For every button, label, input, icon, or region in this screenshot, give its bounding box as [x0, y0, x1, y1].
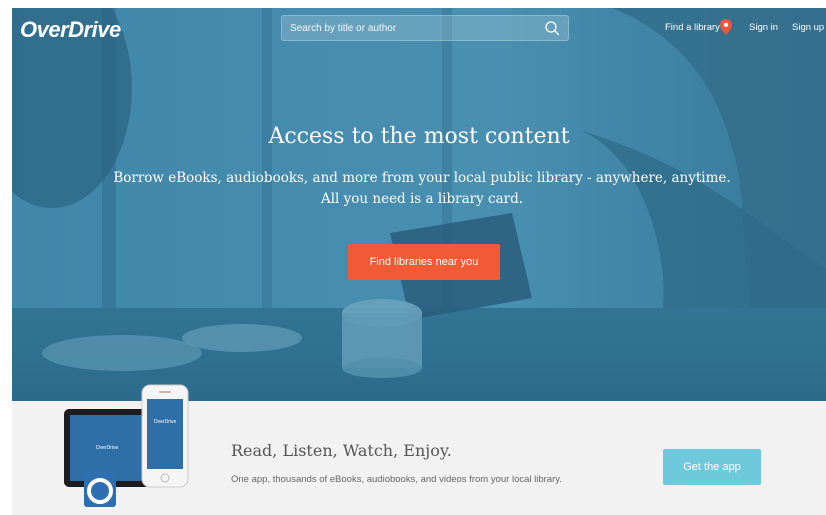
sign-up-link[interactable]: Sign up	[792, 22, 824, 33]
app-promo-subtitle: One app, thousands of eBooks, audiobooks…	[231, 474, 562, 485]
find-library-link[interactable]: Find a library	[665, 22, 720, 33]
phone-brand-text: OverDrive	[154, 419, 177, 425]
get-the-app-button[interactable]: Get the app	[663, 449, 761, 485]
find-libraries-button[interactable]: Find libraries near you	[348, 244, 500, 280]
hero-title: Access to the most content	[268, 124, 570, 149]
tablet-brand-text: OverDrive	[96, 445, 119, 451]
sign-in-link[interactable]: Sign in	[749, 22, 778, 33]
hero-section: OverDrive Find a library Sign in Sign up…	[12, 8, 826, 401]
overdrive-logo[interactable]: OverDrive	[20, 17, 121, 43]
search-bar	[281, 15, 569, 41]
devices-illustration: OverDrive OverDrive	[64, 384, 189, 507]
app-promo-title: Read, Listen, Watch, Enjoy.	[231, 441, 452, 460]
search-icon[interactable]	[544, 20, 560, 36]
map-pin-icon[interactable]	[720, 19, 732, 35]
search-input[interactable]	[282, 16, 532, 40]
top-navigation: OverDrive Find a library Sign in Sign up	[12, 8, 826, 48]
hero-subtitle: Borrow eBooks, audiobooks, and more from…	[113, 170, 731, 207]
app-promo-section: OverDrive OverDrive Read, Listen, Watch,…	[12, 384, 826, 515]
